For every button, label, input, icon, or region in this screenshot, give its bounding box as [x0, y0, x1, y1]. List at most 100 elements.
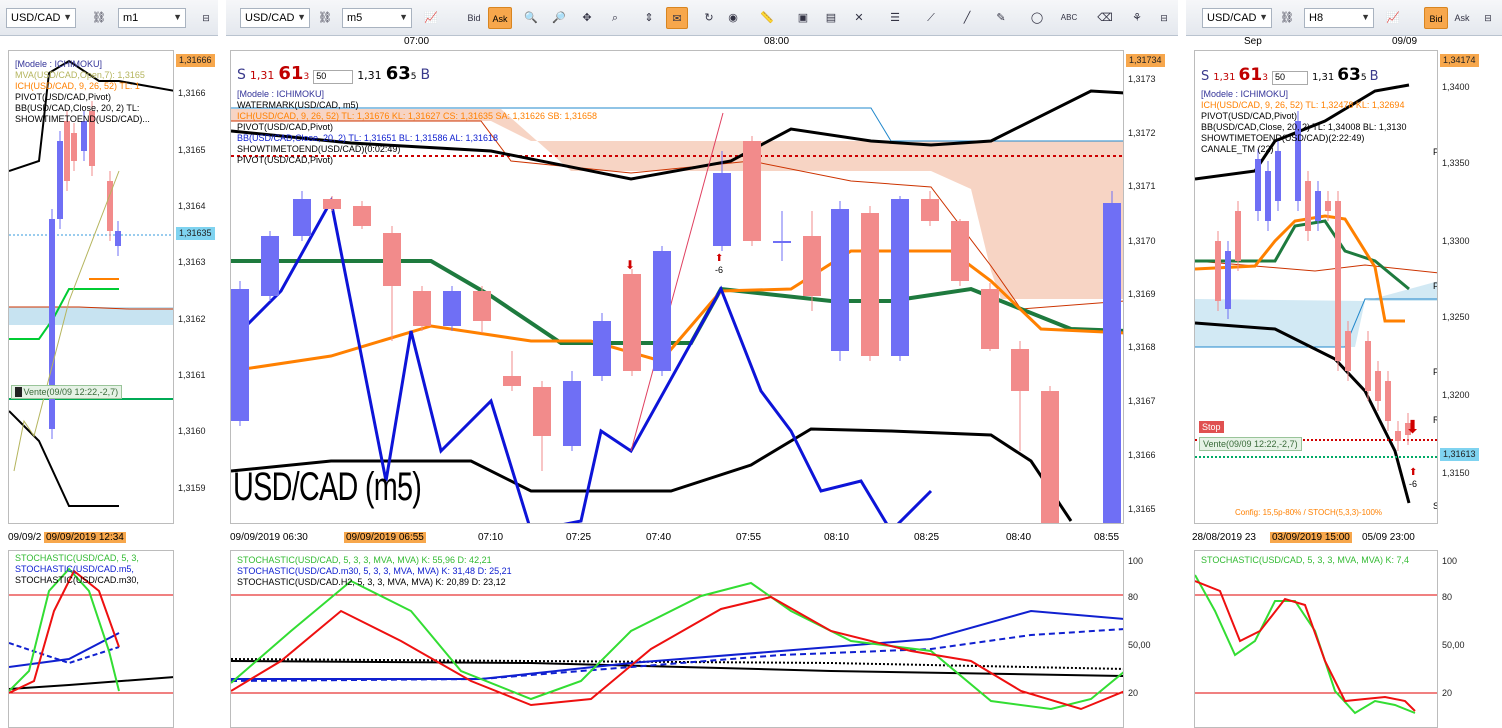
buy-price-prefix[interactable]: 1,31	[1312, 72, 1334, 83]
buy-button-letter[interactable]: B	[1370, 69, 1379, 84]
buy-price-big[interactable]: 63	[1337, 65, 1361, 85]
link-icon[interactable]: ⛓	[88, 7, 110, 29]
bid-button[interactable]: Bid	[462, 7, 486, 29]
link-icon[interactable]: ⛓	[314, 7, 336, 29]
pan-icon[interactable]: ✥	[576, 7, 598, 29]
right-main-chart[interactable]: ⬇ ⬆ S 1,31 61 3 50 1,31 63 5 B [Modele : …	[1194, 50, 1438, 524]
refresh-icon[interactable]: ↻	[698, 7, 720, 29]
x-label: 07:40	[646, 532, 672, 543]
globe-icon[interactable]: ◉	[722, 7, 744, 29]
center-stochastic-panel[interactable]: STOCHASTIC(USD/CAD, 5, 3, 3, MVA, MVA) K…	[230, 550, 1124, 728]
right-stochastic-panel[interactable]: STOCHASTIC(USD/CAD, 5, 3, 3, MVA, MVA) K…	[1194, 550, 1438, 728]
indicator-ich: ICH(USD/CAD, 9, 26, 52) TL: 1,31676 KL: …	[237, 111, 598, 121]
buy-price-big[interactable]: 63	[386, 63, 411, 84]
up-arrow-icon: ⬆	[1409, 467, 1417, 478]
osc-tick: 50,00	[1442, 640, 1465, 650]
fit-icon[interactable]: ⇕	[638, 7, 660, 29]
sell-price-big[interactable]: 61	[1239, 65, 1263, 85]
ichimoku-cloud	[1195, 281, 1437, 347]
timeframe-select[interactable]: H8 ▼	[1304, 8, 1374, 28]
stoch-label-3: STOCHASTIC(USD/CAD.m30,	[15, 575, 139, 585]
link-icon[interactable]: ⛓	[1276, 7, 1298, 29]
trade-ticket[interactable]: S 1,31 61 3 50 1,31 63 5 B	[1201, 65, 1379, 85]
left-main-chart[interactable]: [Modele : ICHIMOKU] MVA(USD/CAD,Open,7):…	[8, 50, 174, 524]
zoom-range-icon[interactable]: ⌕	[604, 7, 626, 29]
stop-order-label[interactable]: Stop	[1199, 421, 1224, 433]
trade-ticket[interactable]: S 1,31 61 3 50 1,31 63 5 B	[237, 63, 430, 84]
center-time-axis: 09/09/2019 06:30 09/09/2019 06:55 07:10 …	[226, 530, 1178, 546]
hierarchy-icon[interactable]: ⚘	[1126, 7, 1148, 29]
quantity-field[interactable]: 50	[1271, 71, 1308, 85]
sell-price-prefix[interactable]: 1,31	[250, 69, 275, 82]
ask-button[interactable]: Ask	[488, 7, 512, 29]
timeframe-select[interactable]: m1 ▼	[118, 8, 186, 28]
left-price-axis: 1,31666 1,3166 1,3165 1,3164 1,31635 1,3…	[174, 50, 218, 524]
ask-button[interactable]: Ask	[1450, 7, 1474, 29]
sell-order-label[interactable]: Vente(09/09 12:22,-2,7)	[1199, 437, 1302, 451]
indicator-time: SHOWTIMETOEND(USD/CAD)...	[15, 114, 150, 124]
left-stochastic-panel[interactable]: STOCHASTIC(USD/CAD, 5, 3, STOCHASTIC(USD…	[8, 550, 174, 728]
candle-20	[861, 213, 879, 356]
osc-tick: 20	[1442, 688, 1453, 698]
y-tick: 1,3300	[1442, 236, 1470, 246]
x-label-current: 03/09/2019 15:00	[1270, 532, 1352, 543]
pen-icon[interactable]: ✎	[990, 7, 1012, 29]
panel-menu-icon[interactable]: ⊟	[1480, 7, 1496, 29]
y-tick: 1,3165	[178, 145, 206, 155]
sell-price-big[interactable]: 61	[278, 63, 303, 84]
right-price-axis: 1,34174 1,3400 1,3350 1,3300 1,3250 1,32…	[1438, 50, 1502, 524]
timeframe-select[interactable]: m5 ▼	[342, 8, 412, 28]
buy-button-letter[interactable]: B	[420, 67, 430, 83]
chat-icon[interactable]: ✉	[666, 7, 688, 29]
chart-type-icon[interactable]: 📈	[420, 7, 442, 29]
candle-10	[533, 387, 551, 436]
center-main-chart[interactable]: ⬇ ⬆ S 1,31 61 3 50 1,31 63 5 B [Modele : …	[230, 50, 1124, 524]
y-tick: 1,3400	[1442, 82, 1470, 92]
panel-menu-icon[interactable]: ⊟	[198, 7, 214, 29]
sell-price-pip: 3	[1262, 73, 1268, 83]
stoch-h2-k	[231, 660, 1123, 677]
stoch-k	[1195, 574, 1416, 715]
x-label: 09/09/2	[8, 532, 42, 543]
template-icon[interactable]: ▤	[820, 7, 842, 29]
x-label-current: 09/09/2019 12:34	[44, 532, 126, 543]
symbol-select[interactable]: USD/CAD ▼	[240, 8, 310, 28]
symbol-select[interactable]: USD/CAD ▼	[6, 8, 76, 28]
chart-type-icon[interactable]: 📈	[1382, 7, 1404, 29]
y-tick: 1,3170	[1128, 236, 1156, 246]
text-tool-icon[interactable]: ABC	[1058, 7, 1080, 29]
ruler-icon[interactable]: 📏	[756, 7, 778, 29]
sell-button-letter[interactable]: S	[1201, 69, 1209, 84]
x-label: 08:40	[1006, 532, 1032, 543]
symbol-value: USD/CAD	[1207, 12, 1257, 24]
buy-price-prefix[interactable]: 1,31	[357, 69, 382, 82]
sell-button-letter[interactable]: S	[237, 67, 246, 83]
fan-icon[interactable]: ⟋	[920, 7, 942, 29]
sell-price-prefix[interactable]: 1,31	[1213, 72, 1235, 83]
sell-order-label[interactable]: Vente(09/09 12:22,-2,7)	[11, 385, 123, 399]
y-tick: 1,3150	[1442, 468, 1470, 478]
ellipse-icon[interactable]: ◯	[1026, 7, 1048, 29]
cross-icon[interactable]: ✕	[848, 7, 870, 29]
candle-25	[1011, 349, 1029, 391]
image-icon[interactable]: ▣	[792, 7, 814, 29]
y-tick: 1,3171	[1128, 181, 1156, 191]
trendline-icon[interactable]: ╱	[956, 7, 978, 29]
bid-button[interactable]: Bid	[1424, 7, 1448, 29]
y-tick: 1,3162	[178, 314, 206, 324]
arrow-label: -6	[715, 265, 724, 275]
panel-menu-icon[interactable]: ⊟	[1156, 7, 1172, 29]
quantity-field[interactable]: 50	[313, 70, 354, 84]
price-badge-top: 1,31666	[176, 54, 215, 67]
lines-icon[interactable]: ☰	[884, 7, 906, 29]
zoom-in-icon[interactable]: 🔍	[520, 7, 542, 29]
symbol-select[interactable]: USD/CAD ▼	[1202, 8, 1272, 28]
zoom-out-icon[interactable]: 🔎	[548, 7, 570, 29]
center-stoch-legend: STOCHASTIC(USD/CAD, 5, 3, 3, MVA, MVA) K…	[237, 555, 512, 588]
eraser-icon[interactable]: ⌫	[1094, 7, 1116, 29]
price-badge-top: 1,31734	[1126, 54, 1165, 67]
candle-3	[1255, 159, 1261, 211]
right-stoch-legend: STOCHASTIC(USD/CAD, 5, 3, 3, MVA, MVA) K…	[1201, 555, 1409, 566]
center-top-time-labels: 07:00 08:00	[226, 36, 1178, 50]
candle-13	[623, 274, 641, 371]
